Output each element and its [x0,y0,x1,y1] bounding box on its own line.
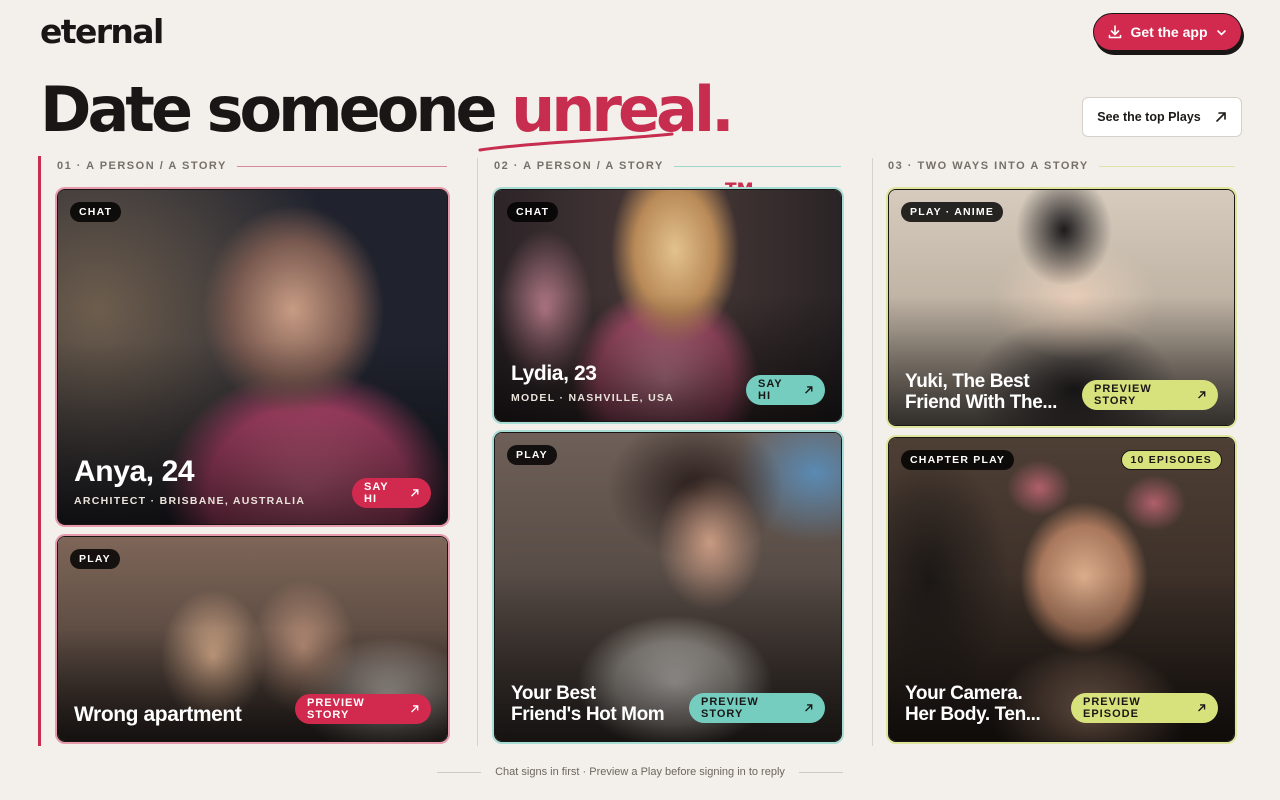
card-title-line: Friend With The... [905,392,1058,413]
card-title: Your Best Friend's Hot Mom [511,683,665,725]
card-title: Yuki, The Best Friend With The... [905,371,1057,413]
footer-rule [798,771,843,773]
card-your-camera[interactable]: CHAPTER PLAY 10 EPISODES Your Camera. He… [888,437,1235,742]
chat-tag: CHAT [70,202,122,222]
see-top-plays-button[interactable]: See the top Plays [1082,97,1242,137]
preview-story-button[interactable]: PREVIEW STORY [295,694,431,724]
see-top-plays-label: See the top Plays [1097,110,1201,124]
say-hi-label: SAY HI [758,378,783,402]
card-meta: ARCHITECT · BRISBANE, AUSTRALIA [74,495,306,507]
card-yuki[interactable]: PLAY · ANIME Yuki, The Best Friend With … [888,189,1235,426]
preview-episode-label: PREVIEW EPISODE [1083,696,1141,720]
logo[interactable]: eternal [40,12,164,51]
download-icon [1109,25,1122,39]
card-title-line: Your Camera. [905,683,1023,704]
play-tag: PLAY [507,445,557,465]
column-2-heading-text: 02 · A PERSON / A STORY [494,160,664,172]
footer-note: Chat signs in first · Preview a Play bef… [0,766,1280,778]
column-1-heading-text: 01 · A PERSON / A STORY [57,160,227,172]
footer-text: Chat signs in first · Preview a Play bef… [495,766,785,778]
preview-story-label: PREVIEW STORY [307,697,365,721]
preview-episode-button[interactable]: PREVIEW EPISODE [1071,693,1218,723]
arrow-up-right-icon [804,386,813,394]
chapter-play-tag: CHAPTER PLAY [901,450,1015,470]
column-3-heading-text: 03 · TWO WAYS INTO A STORY [888,160,1089,172]
underline-swoosh [478,132,674,152]
card-hot-mom[interactable]: PLAY Your Best Friend's Hot Mom PREVIEW … [494,432,842,742]
card-anya[interactable]: CHAT Anya, 24 ARCHITECT · BRISBANE, AUST… [57,189,448,525]
arrow-up-right-icon [410,489,419,497]
arrow-up-right-icon [1215,112,1226,122]
get-the-app-label: Get the app [1130,24,1208,40]
say-hi-button[interactable]: SAY HI [746,375,825,405]
card-wrong-apartment[interactable]: PLAY Wrong apartment PREVIEW STORY [57,536,448,742]
play-tag: PLAY [70,549,120,569]
column-1-accent [38,156,41,746]
column-divider [872,158,873,746]
footer-rule [437,771,482,773]
card-title: Anya, 24 [74,455,195,488]
play-anime-tag: PLAY · ANIME [901,202,1004,222]
card-title: Wrong apartment [74,703,242,726]
column-divider [477,158,478,746]
column-3-heading: 03 · TWO WAYS INTO A STORY [888,160,1235,172]
arrow-up-right-icon [410,705,419,713]
card-lydia[interactable]: CHAT Lydia, 23 MODEL · NASHVILLE, USA SA… [494,189,842,422]
column-1-heading: 01 · A PERSON / A STORY [57,160,447,172]
arrow-up-right-icon [1197,391,1206,399]
get-the-app-button[interactable]: Get the app [1093,13,1242,51]
card-meta: MODEL · NASHVILLE, USA [511,392,675,404]
arrow-up-right-icon [804,704,813,712]
card-title: Lydia, 23 [511,362,597,385]
card-title-line: Your Best [511,683,596,704]
chat-tag: CHAT [507,202,559,222]
chevron-down-icon [1216,29,1226,36]
preview-story-button[interactable]: PREVIEW STORY [1082,380,1218,410]
hero-lead: Date someone [40,73,512,146]
episodes-badge: 10 EPISODES [1120,450,1222,470]
card-title-line: Yuki, The Best [905,371,1030,392]
arrow-up-right-icon [1197,704,1206,712]
card-title-line: Friend's Hot Mom [511,704,665,725]
preview-story-label: PREVIEW STORY [1094,383,1152,407]
say-hi-button[interactable]: SAY HI [352,478,431,508]
column-2-heading: 02 · A PERSON / A STORY [494,160,841,172]
preview-story-label: PREVIEW STORY [701,696,759,720]
preview-story-button[interactable]: PREVIEW STORY [689,693,825,723]
card-title: Your Camera. Her Body. Ten... [905,683,1041,725]
say-hi-label: SAY HI [364,481,389,505]
card-title-line: Her Body. Ten... [905,704,1041,725]
